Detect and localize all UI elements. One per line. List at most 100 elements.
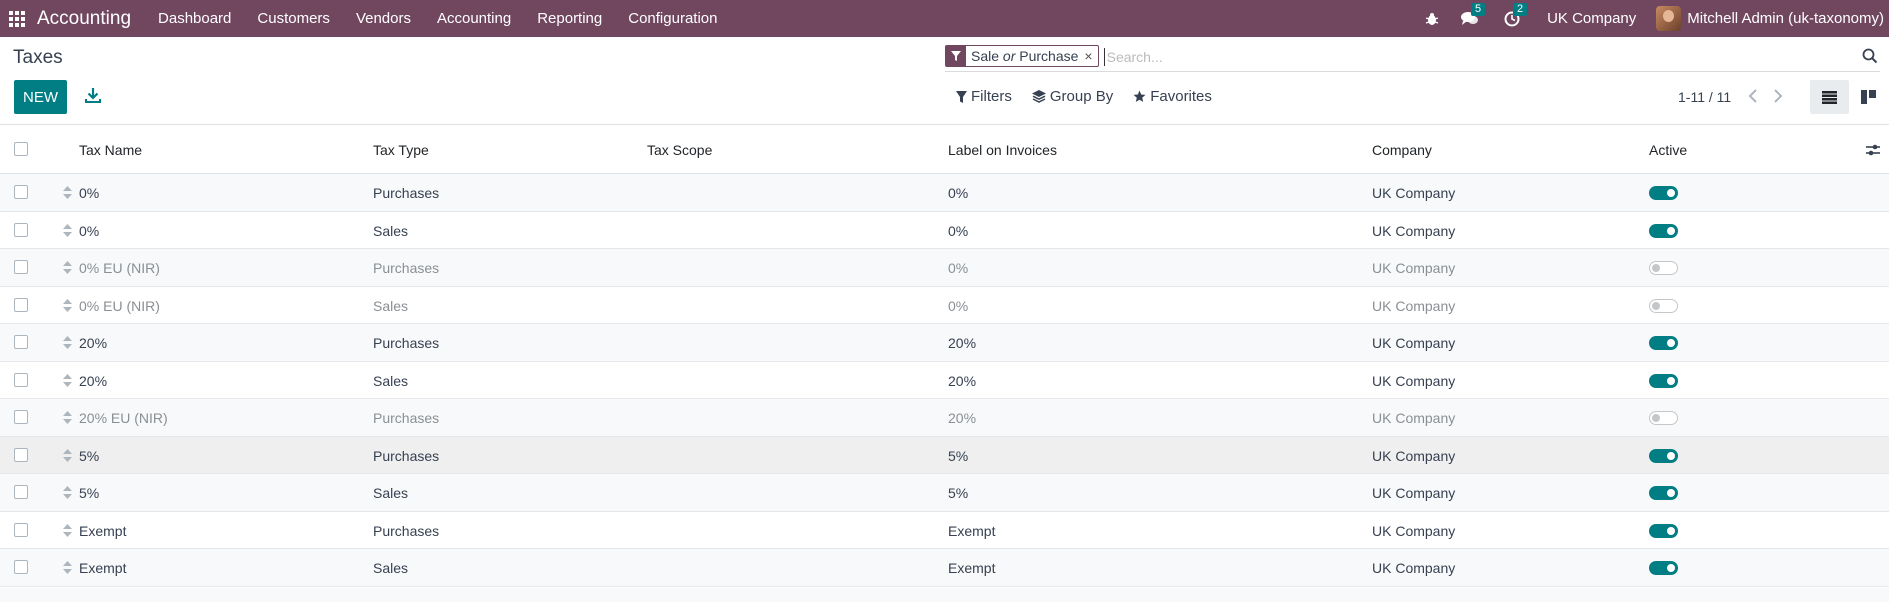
row-checkbox[interactable] — [14, 560, 28, 574]
menu-customers[interactable]: Customers — [244, 10, 343, 27]
table-row[interactable]: 0% Purchases 0% UK Company — [0, 174, 1889, 212]
drag-handle-icon[interactable] — [63, 336, 72, 349]
activities-count-badge: 2 — [1512, 3, 1528, 16]
chevron-right-icon[interactable] — [1771, 88, 1785, 104]
app-name[interactable]: Accounting — [37, 8, 131, 30]
row-checkbox[interactable] — [14, 222, 28, 237]
funnel-icon — [956, 90, 967, 103]
menu-vendors[interactable]: Vendors — [343, 10, 424, 27]
drag-handle-icon[interactable] — [63, 298, 72, 312]
table-row[interactable]: Exempt Sales Exempt UK Company — [0, 549, 1889, 587]
groupby-toggle[interactable]: Group By — [1031, 88, 1113, 105]
filter-icon — [946, 46, 966, 66]
cell-tax-name: Exempt — [79, 522, 127, 539]
active-toggle[interactable] — [1649, 336, 1678, 350]
column-company[interactable]: Company — [1372, 142, 1432, 158]
active-toggle[interactable] — [1649, 486, 1678, 500]
row-checkbox[interactable] — [14, 185, 28, 199]
cell-tax-name: 5% — [79, 485, 100, 501]
table-row[interactable]: 5% Sales 5% UK Company — [0, 474, 1889, 512]
cell-company: UK Company — [1372, 560, 1456, 576]
drag-handle-icon[interactable] — [63, 261, 72, 274]
column-tax-scope[interactable]: Tax Scope — [647, 142, 712, 158]
search-facet-type[interactable]: Sale or Purchase × — [945, 45, 1099, 67]
table-row[interactable]: 5% Purchases 5% UK Company — [0, 436, 1889, 474]
table-row[interactable]: 20% Purchases 20% UK Company — [0, 324, 1889, 362]
bug-icon — [1425, 12, 1439, 25]
row-checkbox[interactable] — [14, 522, 28, 537]
new-button[interactable]: NEW — [14, 80, 67, 114]
row-checkbox[interactable] — [14, 260, 28, 274]
download-icon[interactable] — [84, 86, 102, 106]
active-toggle[interactable] — [1649, 448, 1678, 463]
row-checkbox[interactable] — [14, 447, 28, 462]
cell-label-on-invoices: 20% — [948, 410, 977, 426]
taxes-list: Tax Name Tax Type Tax Scope Label on Inv… — [0, 124, 1889, 587]
column-tax-name[interactable]: Tax Name — [79, 142, 142, 158]
row-checkbox[interactable] — [14, 485, 28, 499]
kanban-view-button[interactable] — [1849, 80, 1888, 114]
apps-menu-icon[interactable] — [9, 10, 25, 27]
optional-columns-icon[interactable] — [1865, 142, 1881, 158]
cell-tax-type: Purchases — [373, 260, 440, 276]
table-row[interactable]: 0% EU (NIR) Sales 0% UK Company — [0, 287, 1889, 324]
cell-company: UK Company — [1372, 447, 1456, 464]
user-avatar[interactable] — [1656, 6, 1682, 31]
list-view-button[interactable] — [1810, 80, 1849, 114]
company-switcher[interactable]: UK Company — [1547, 10, 1636, 27]
favorites-toggle[interactable]: Favorites — [1133, 88, 1212, 105]
active-toggle[interactable] — [1649, 561, 1678, 575]
debug-button[interactable] — [1415, 0, 1449, 37]
search-icon[interactable] — [1862, 48, 1878, 64]
row-checkbox[interactable] — [14, 297, 28, 312]
table-row[interactable]: 20% Sales 20% UK Company — [0, 362, 1889, 399]
active-toggle[interactable] — [1649, 298, 1678, 313]
table-row[interactable]: 20% EU (NIR) Purchases 20% UK Company — [0, 399, 1889, 437]
drag-handle-icon[interactable] — [63, 523, 72, 537]
table-row[interactable]: 0% EU (NIR) Purchases 0% UK Company — [0, 249, 1889, 287]
column-active[interactable]: Active — [1649, 142, 1687, 158]
messages-button[interactable]: 5 — [1453, 0, 1487, 37]
table-row[interactable]: Exempt Purchases Exempt UK Company — [0, 512, 1889, 549]
active-toggle[interactable] — [1649, 523, 1678, 538]
facet-value: Sale or Purchase — [971, 48, 1079, 64]
chevron-left-icon[interactable] — [1746, 88, 1760, 104]
search-input[interactable] — [1103, 48, 1704, 66]
select-all-checkbox[interactable] — [14, 142, 28, 156]
cell-label-on-invoices: 5% — [948, 485, 969, 501]
active-toggle[interactable] — [1649, 223, 1678, 238]
active-toggle[interactable] — [1649, 186, 1678, 200]
drag-handle-icon[interactable] — [63, 411, 72, 424]
menu-reporting[interactable]: Reporting — [524, 10, 615, 27]
cell-company: UK Company — [1372, 485, 1456, 501]
row-checkbox[interactable] — [14, 335, 28, 349]
cell-company: UK Company — [1372, 410, 1456, 426]
drag-handle-icon[interactable] — [63, 186, 72, 199]
user-menu[interactable]: Mitchell Admin (uk-taxonomy) — [1687, 10, 1884, 27]
row-checkbox[interactable] — [14, 372, 28, 387]
activities-button[interactable]: 2 — [1495, 0, 1529, 37]
menu-configuration[interactable]: Configuration — [615, 10, 730, 27]
drag-handle-icon[interactable] — [63, 448, 72, 462]
cell-tax-type: Purchases — [373, 410, 440, 426]
column-tax-type[interactable]: Tax Type — [373, 142, 429, 158]
star-icon — [1133, 90, 1146, 102]
pager-value[interactable]: 1-11 / 11 — [1678, 89, 1731, 105]
column-label-on-invoices[interactable]: Label on Invoices — [948, 142, 1057, 158]
filters-toggle[interactable]: Filters — [956, 88, 1012, 105]
row-checkbox[interactable] — [14, 410, 28, 424]
drag-handle-icon[interactable] — [63, 373, 72, 387]
drag-handle-icon[interactable] — [63, 561, 72, 574]
drag-handle-icon[interactable] — [63, 223, 72, 237]
menu-accounting[interactable]: Accounting — [424, 10, 524, 27]
cell-label-on-invoices: 20% — [948, 372, 977, 389]
table-row[interactable]: 0% Sales 0% UK Company — [0, 212, 1889, 249]
cell-company: UK Company — [1372, 222, 1456, 239]
drag-handle-icon[interactable] — [63, 486, 72, 499]
active-toggle[interactable] — [1649, 373, 1678, 388]
menu-dashboard[interactable]: Dashboard — [145, 10, 244, 27]
facet-remove-button[interactable]: × — [1084, 48, 1097, 64]
active-toggle[interactable] — [1649, 261, 1678, 275]
active-toggle[interactable] — [1649, 411, 1678, 425]
filters-label: Filters — [971, 88, 1012, 105]
